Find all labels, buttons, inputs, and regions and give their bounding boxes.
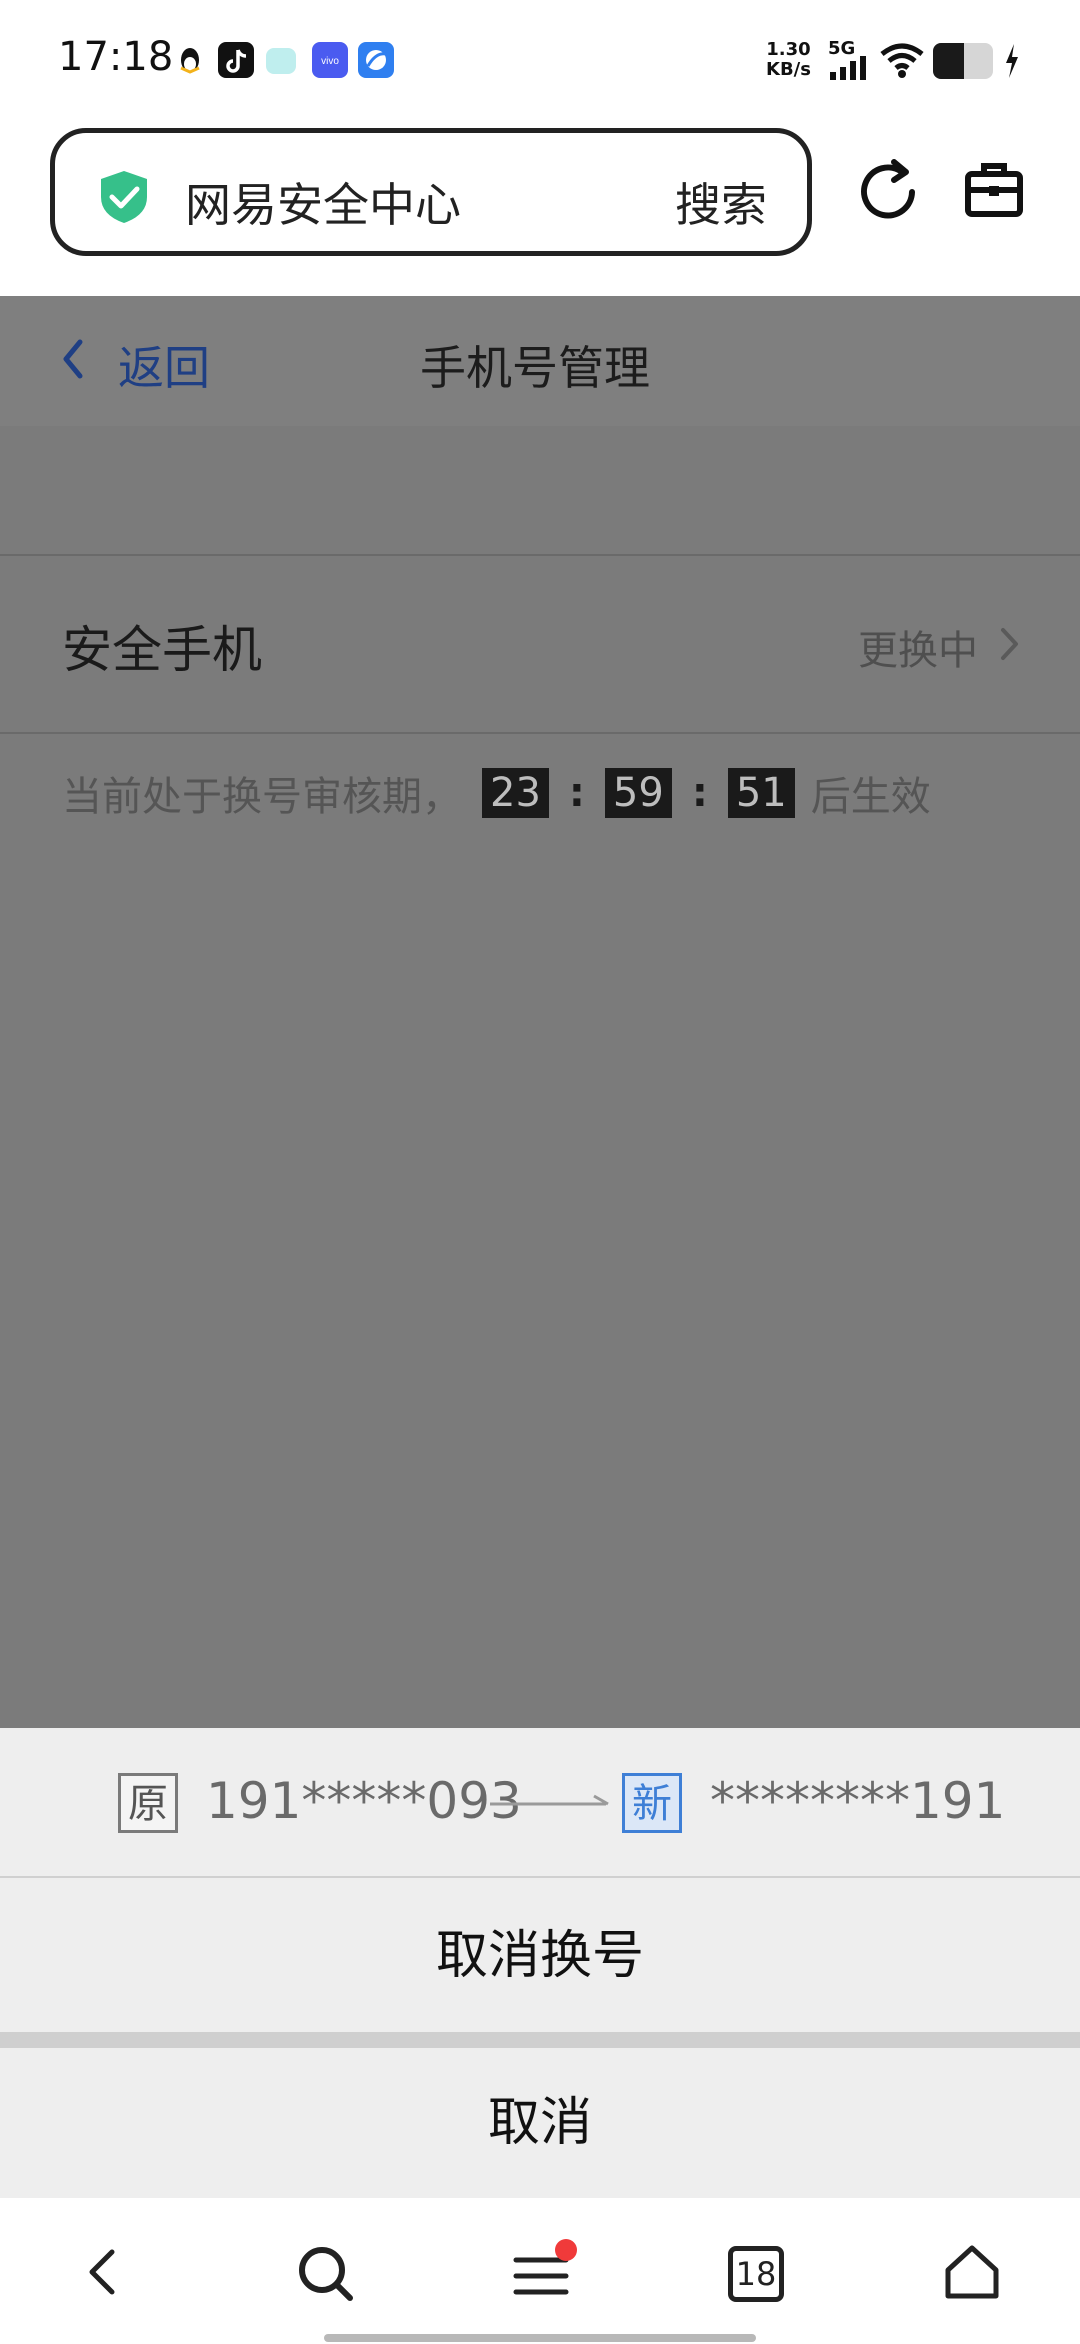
new-number-tag: 新 [622, 1773, 682, 1833]
sheet-divider [0, 2032, 1080, 2048]
countdown-separator: : [691, 770, 708, 816]
charging-icon [1002, 42, 1022, 84]
chevron-right-icon [998, 622, 1022, 670]
back-link[interactable]: 返回 [118, 332, 210, 398]
cancel-number-change-button[interactable]: 取消换号 [0, 1880, 1080, 2032]
notice-suffix: 后生效 [810, 774, 931, 820]
countdown-separator: : [568, 770, 585, 816]
action-sheet: 原 191*****093 新 ********191 取消换号 取消 [0, 1728, 1080, 2198]
browser-bottom-bar: 18 [0, 2198, 1080, 2344]
wifi-icon [878, 40, 926, 84]
chat-icon [266, 48, 296, 74]
network-speed: 1.30 KB/s [766, 40, 811, 80]
old-number-tag: 原 [118, 1773, 178, 1833]
home-indicator [324, 2334, 756, 2342]
number-change-info: 原 191*****093 新 ********191 [0, 1728, 1080, 1878]
page-overlay: 返回 手机号管理 安全手机 更换中 当前处于换号审核期， 23 : 59 : 5… [0, 296, 1080, 1728]
old-number: 191*****093 [206, 1772, 522, 1830]
page-title: 手机号管理 [420, 341, 650, 395]
douyin-icon [218, 42, 254, 78]
signal-icon [830, 56, 870, 84]
address-bar[interactable]: 网易安全中心 搜索 [50, 128, 812, 256]
countdown-seconds: 51 [727, 768, 795, 818]
shield-check-icon [97, 169, 151, 229]
tabs-button[interactable]: 18 [728, 2246, 784, 2302]
countdown-minutes: 59 [604, 768, 672, 818]
security-phone-label: 安全手机 [62, 621, 262, 679]
network-speed-value: 1.30 [766, 39, 811, 60]
network-speed-unit: KB/s [766, 59, 811, 80]
svg-text:vivo: vivo [321, 56, 339, 67]
back-chevron-icon[interactable] [58, 334, 88, 388]
security-phone-row[interactable]: 安全手机 更换中 [0, 554, 1080, 734]
back-icon[interactable] [82, 2244, 122, 2304]
menu-icon[interactable] [512, 2238, 582, 2308]
page-nav-bar: 返回 手机号管理 [0, 296, 1080, 426]
qq-icon [172, 42, 208, 78]
toolbox-icon[interactable] [964, 160, 1024, 224]
notification-dot [555, 2239, 577, 2261]
address-text[interactable]: 网易安全中心 [185, 169, 461, 235]
home-icon[interactable] [942, 2242, 1002, 2306]
status-bar: 17:18 vivo 1.30 KB/s 5G [0, 0, 1080, 120]
search-icon[interactable] [296, 2244, 356, 2308]
security-phone-status: 更换中 [858, 628, 978, 674]
notice-prefix: 当前处于换号审核期， [62, 774, 462, 820]
battery-icon [932, 42, 1002, 84]
vivo-icon: vivo [312, 42, 348, 78]
countdown-hours: 23 [482, 768, 549, 818]
search-button[interactable]: 搜索 [675, 169, 767, 235]
refresh-icon[interactable] [858, 158, 918, 228]
new-number: ********191 [710, 1772, 1006, 1830]
review-notice: 当前处于换号审核期， 23 : 59 : 51 后生效 [62, 764, 931, 822]
status-time: 17:18 [58, 34, 174, 80]
browser-icon [358, 42, 394, 78]
cancel-button[interactable]: 取消 [0, 2048, 1080, 2198]
arrow-right-icon [488, 1794, 614, 1816]
